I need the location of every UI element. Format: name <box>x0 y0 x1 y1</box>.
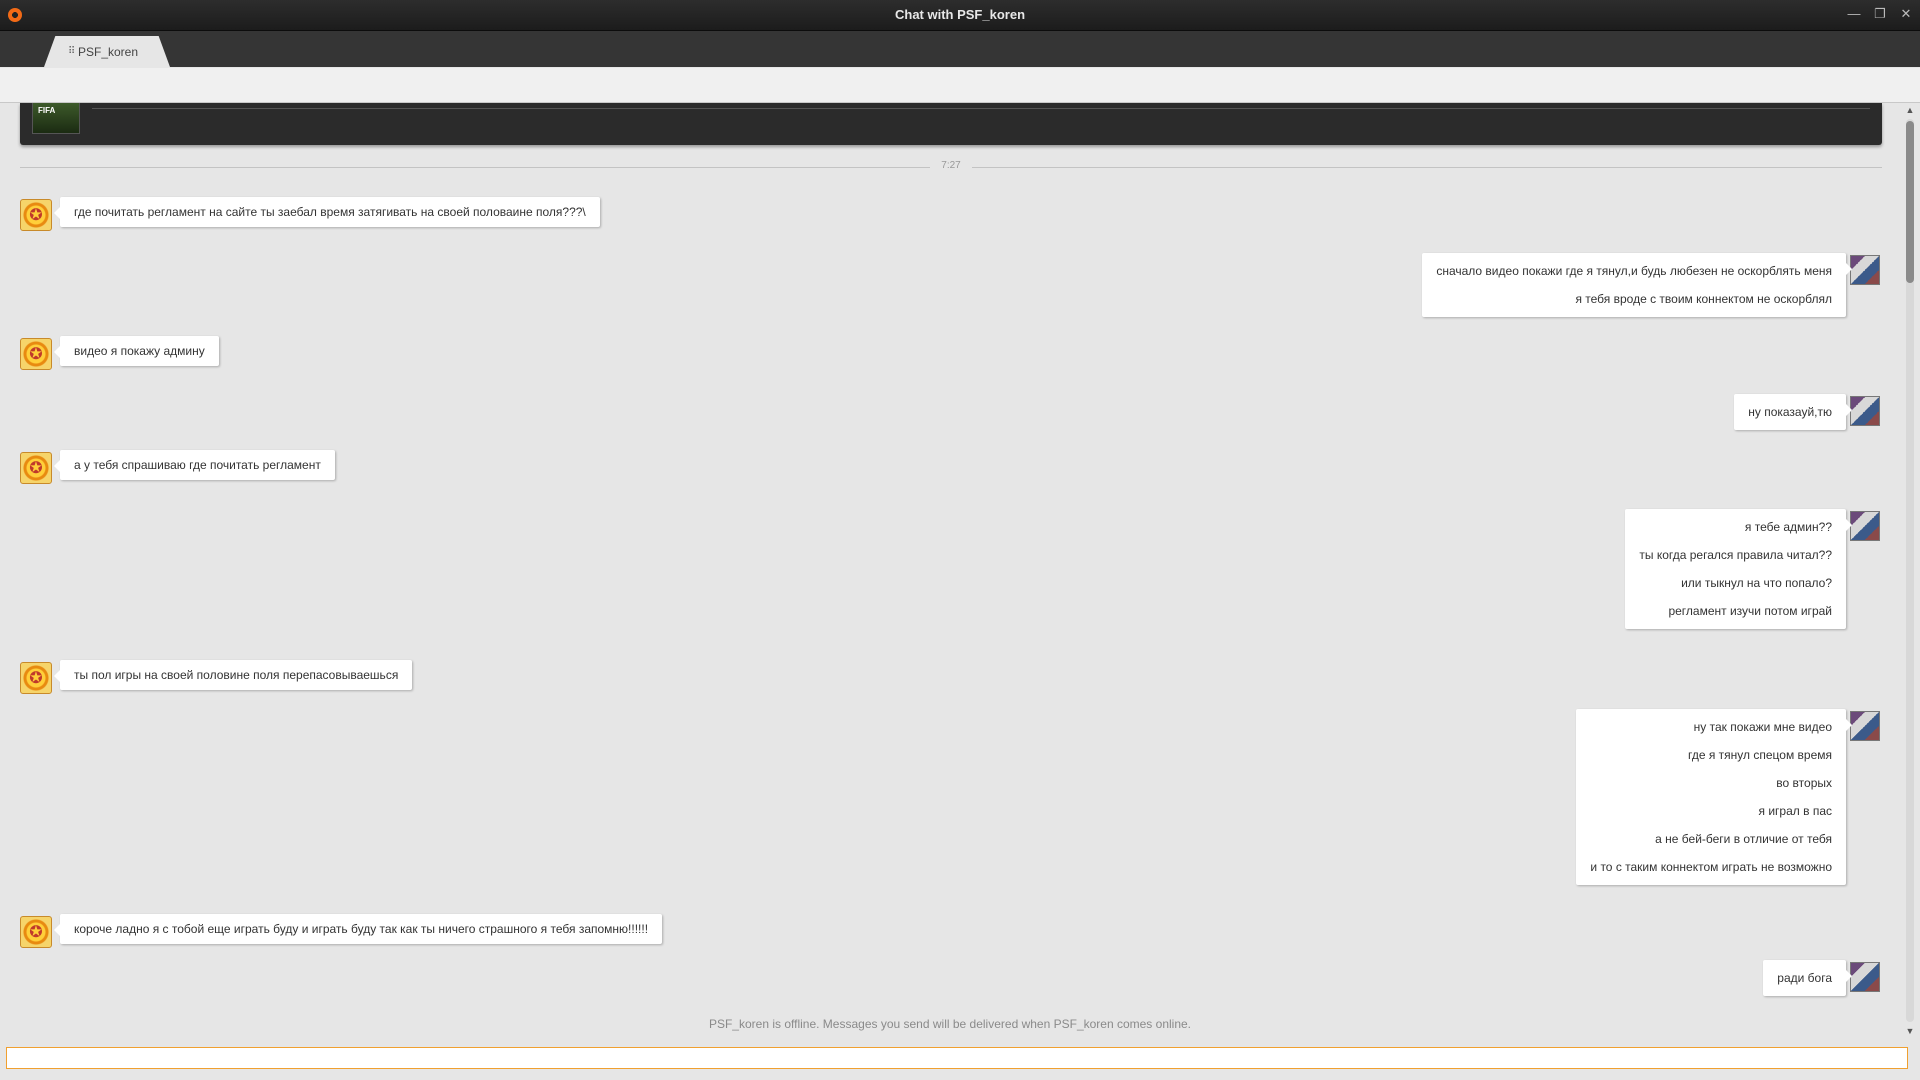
contact-avatar[interactable]: ✪ <box>20 916 52 948</box>
message-bubble[interactable]: ну так покажи мне видео где я тянул спецо… <box>1576 709 1852 885</box>
scroll-thumb[interactable] <box>1906 121 1914 283</box>
message-text: я играл в пас <box>1758 804 1832 818</box>
my-avatar[interactable] <box>1850 396 1880 426</box>
message-bubble[interactable]: сначало видео покажи где я тянул,и будь … <box>1422 253 1852 317</box>
contact-avatar[interactable]: ✪ <box>20 199 52 231</box>
message-bubble[interactable]: ты пол игры на своей половине поля переп… <box>53 660 413 690</box>
contact-avatar[interactable]: ✪ <box>20 662 52 694</box>
restore-button[interactable]: ❐ <box>1872 6 1888 22</box>
message-text: во вторых <box>1776 776 1832 790</box>
window-title: Chat with PSF_koren <box>894 7 1026 22</box>
message-text: где я тянул спецом время <box>1687 748 1832 762</box>
message-text: короче ладно я с тобой еще играть буду и… <box>74 922 649 936</box>
message-bubble[interactable]: короче ладно я с тобой еще играть буду и… <box>53 914 663 944</box>
message-text: видео я покажу админу <box>74 344 205 358</box>
message-text: где почитать регламент на сайте ты заеба… <box>74 205 586 219</box>
close-button[interactable]: ✕ <box>1898 6 1914 22</box>
title-bar: Chat with PSF_koren — ❐ ✕ <box>0 0 1920 31</box>
profile-card: FIFA <box>20 103 1882 145</box>
scrollbar[interactable]: ▲ ▼ <box>1902 103 1918 1038</box>
message-text: сначало видео покажи где я тянул,и будь … <box>1436 264 1832 278</box>
message-text: ради бога <box>1777 971 1832 985</box>
my-avatar[interactable] <box>1850 962 1880 992</box>
offline-notice: PSF_koren is offline. Messages you send … <box>708 1017 1192 1031</box>
tab-bar: ⠿ PSF_koren <box>0 31 1920 67</box>
message-bubble[interactable]: где почитать регламент на сайте ты заеба… <box>54 197 600 227</box>
tab-psf-koren[interactable]: ⠿ PSF_koren <box>44 36 170 67</box>
message-bubble[interactable]: а у тебя спрашиваю где почитать регламен… <box>54 450 335 480</box>
message-text: я тебя вроде с твоим коннектом не оскорб… <box>1575 292 1832 306</box>
message-bubble[interactable]: видео я покажу админу <box>54 336 219 366</box>
message-text: я тебе админ?? <box>1744 520 1832 534</box>
pentagram-icon: ✪ <box>29 460 43 477</box>
pentagram-icon: ✪ <box>29 346 43 363</box>
my-avatar[interactable] <box>1850 711 1880 741</box>
message-text: регламент изучи потом играй <box>1668 604 1832 618</box>
message-text: ну показауй,тю <box>1748 405 1832 419</box>
pentagram-icon: ✪ <box>29 670 43 687</box>
thumbnail-label: FIFA <box>38 106 56 115</box>
message-bubble[interactable]: ради бога <box>1763 960 1852 996</box>
chat-history[interactable]: FIFA 7:27 ✪ где почитать регламент на сай… <box>0 103 1900 1038</box>
input-area <box>0 1040 1920 1080</box>
message-text: или тыкнул на что попало? <box>1681 576 1832 590</box>
game-thumbnail: FIFA <box>32 103 80 134</box>
message-input[interactable] <box>6 1047 1908 1069</box>
pentagram-icon: ✪ <box>29 924 43 941</box>
pentagram-icon: ✪ <box>29 207 43 224</box>
tab-label: PSF_koren <box>78 45 139 59</box>
contact-avatar[interactable]: ✪ <box>20 338 52 370</box>
my-avatar[interactable] <box>1850 255 1880 285</box>
message-text: а у тебя спрашиваю где почитать регламен… <box>74 458 321 472</box>
message-text: а не бей-беги в отличие от тебя <box>1655 832 1832 846</box>
time-separator: 7:27 <box>20 160 1882 174</box>
toolbar-strip <box>0 68 1920 103</box>
contact-avatar[interactable]: ✪ <box>20 452 52 484</box>
scroll-down-arrow-icon[interactable]: ▼ <box>1905 1026 1915 1036</box>
time-label: 7:27 <box>941 160 961 171</box>
message-text: ты когда регался правила читал?? <box>1639 548 1832 562</box>
drag-grip-icon: ⠿ <box>68 46 76 57</box>
message-bubble[interactable]: я тебе админ?? ты когда регался правила ч… <box>1625 509 1852 629</box>
message-text: и то с таким коннектом играть не возможн… <box>1590 860 1832 874</box>
profile-divider <box>92 108 1870 109</box>
my-avatar[interactable] <box>1850 511 1880 541</box>
message-text: ты пол игры на своей половине поля переп… <box>74 668 399 682</box>
scroll-up-arrow-icon[interactable]: ▲ <box>1905 105 1915 115</box>
message-text: ну так покажи мне видео <box>1693 720 1832 734</box>
minimize-button[interactable]: — <box>1846 6 1862 22</box>
message-bubble[interactable]: ну показауй,тю <box>1734 394 1852 430</box>
